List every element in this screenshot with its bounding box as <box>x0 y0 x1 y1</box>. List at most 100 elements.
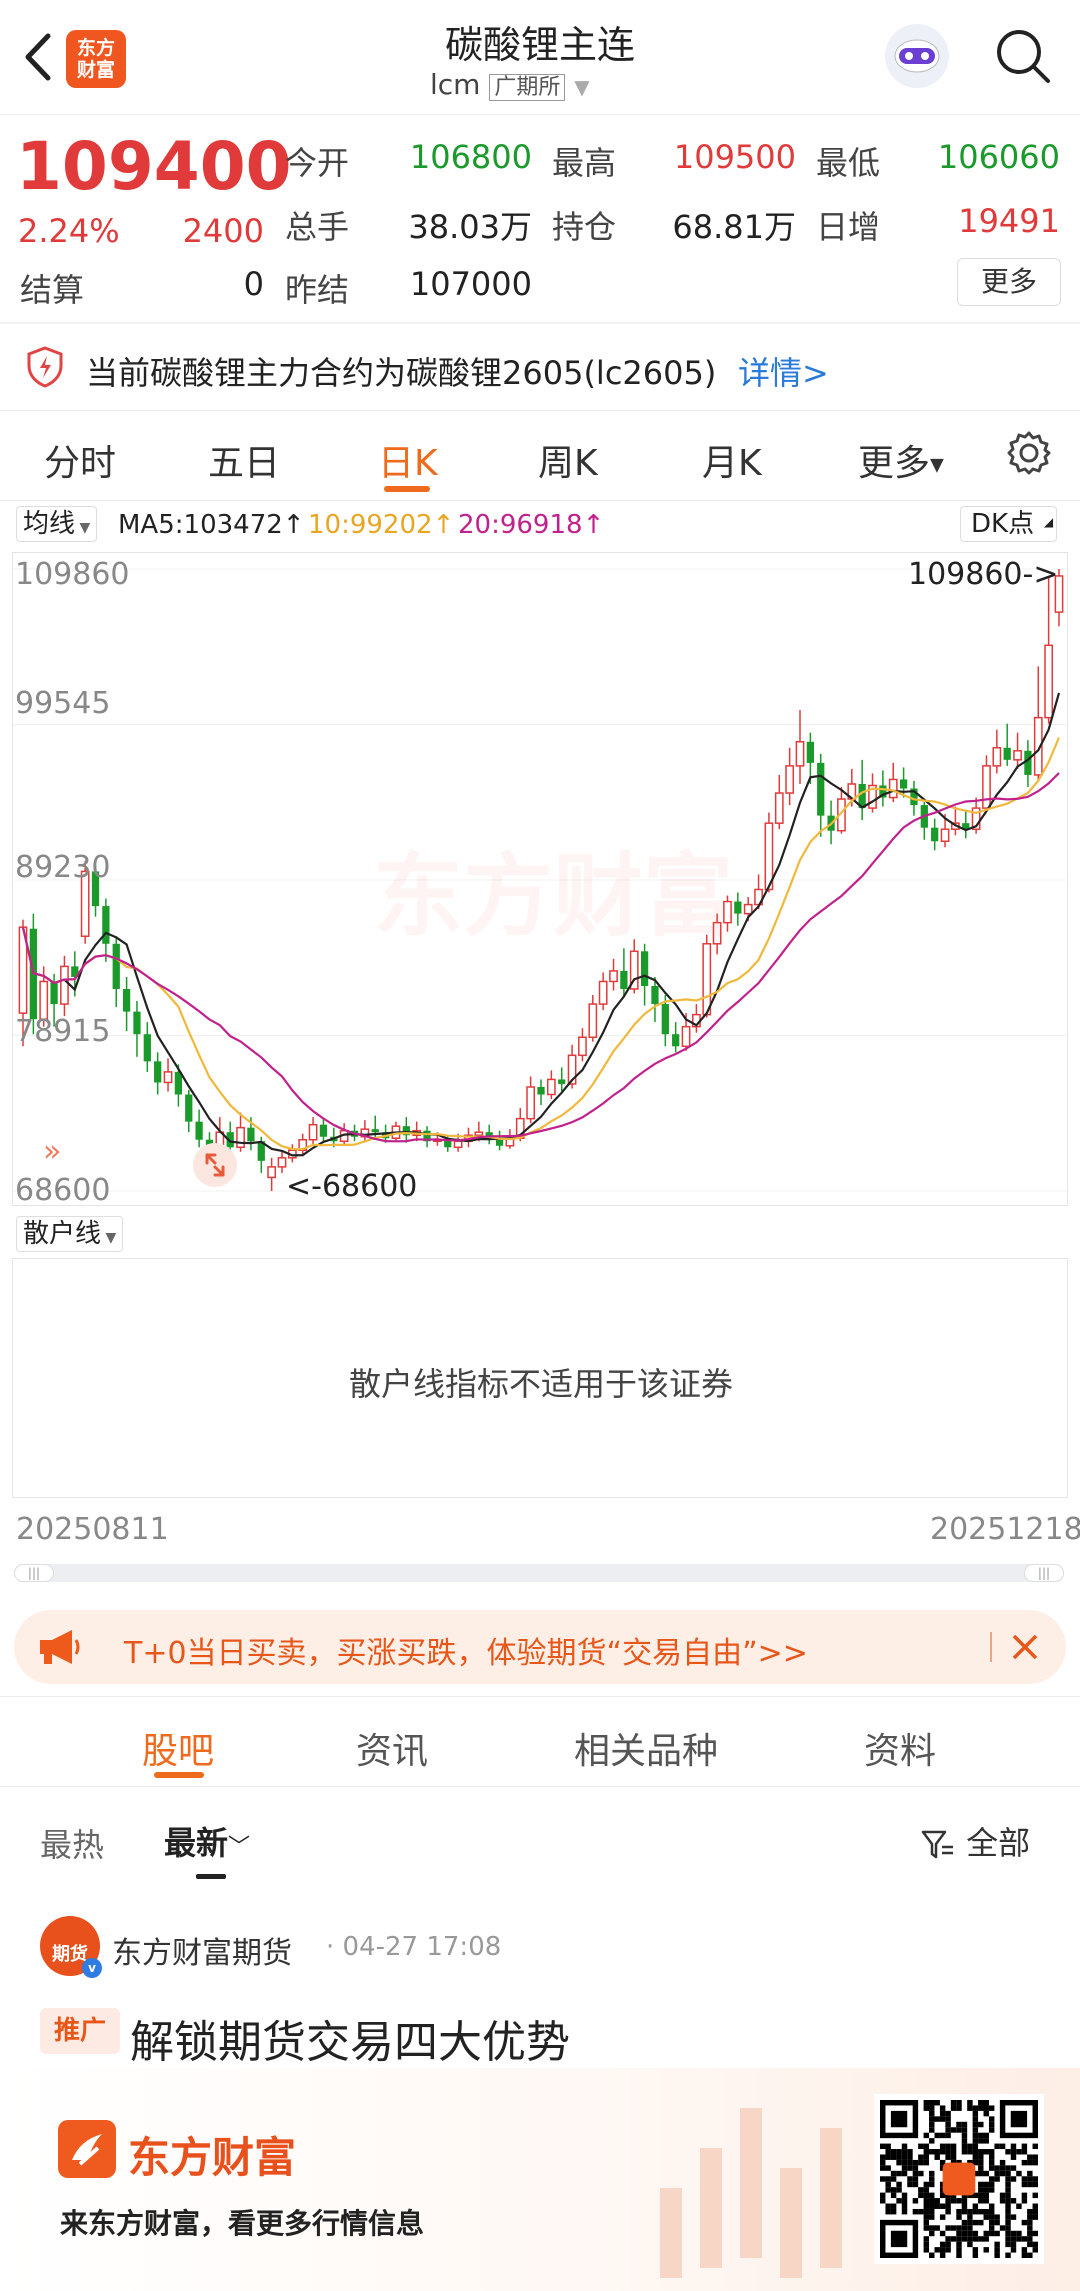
scroll-handle-right[interactable]: ||| <box>1024 1564 1064 1582</box>
qr-module <box>1032 2154 1038 2160</box>
qr-module <box>1010 2214 1017 2220</box>
filter-all[interactable]: 全部 <box>920 1818 1030 1864</box>
open-value: 106800 <box>409 138 532 176</box>
qr-module <box>1021 2219 1028 2226</box>
qr-module <box>934 2100 940 2106</box>
qr-module <box>885 2176 891 2182</box>
avatar[interactable]: 期货 v <box>40 1916 102 1978</box>
qr-module <box>939 2110 946 2117</box>
scroll-handle-left[interactable]: ||| <box>14 1564 54 1582</box>
qr-module <box>885 2165 891 2171</box>
ma20-label: 20:96918 <box>458 510 583 540</box>
qr-module <box>999 2170 1006 2177</box>
sort-newest[interactable]: 最新﹀ <box>164 1818 250 1864</box>
change-value: 2400 <box>182 212 264 250</box>
post-title[interactable]: 解锁期货交易四大优势 <box>130 2006 570 2070</box>
contract-subtitle[interactable]: lcm 广期所 ▼ <box>430 68 670 101</box>
promo-banner[interactable]: T+0当日买卖，买涨买跌，体验期货“交易自由”>> <box>14 1610 1066 1684</box>
qr-module <box>1032 2159 1038 2166</box>
qr-module <box>1032 2203 1038 2209</box>
qr-code[interactable] <box>874 2094 1044 2264</box>
footer-banner: 东方财富 来东方财富，看更多行情信息 <box>0 2068 1080 2291</box>
qr-module <box>961 2198 968 2204</box>
post-author[interactable]: 东方财富期货 <box>112 1928 292 1972</box>
sort-hot[interactable]: 最热 <box>40 1820 104 1866</box>
qr-module <box>994 2252 1000 2258</box>
tab-intraday[interactable]: 分时 <box>44 434 116 486</box>
candle <box>360 1120 370 1142</box>
qr-module <box>945 2121 951 2128</box>
qr-module <box>945 2116 951 2122</box>
qr-module <box>1027 2252 1033 2258</box>
qr-module <box>1027 2208 1033 2215</box>
qr-module <box>929 2138 935 2144</box>
tab-guba[interactable]: 股吧 <box>142 1722 214 1774</box>
candle <box>122 976 131 1032</box>
indicator-message: 散户线指标不适用于该证券 <box>348 1365 733 1403</box>
qr-module <box>1016 2236 1022 2242</box>
qr-module <box>972 2138 979 2144</box>
qr-module <box>1032 2192 1038 2199</box>
tab-monthly-k[interactable]: 月K <box>702 434 762 486</box>
close-icon[interactable] <box>1004 1626 1046 1668</box>
divider <box>0 1696 1080 1697</box>
qr-module <box>988 2105 995 2111</box>
candle-body <box>588 1003 598 1038</box>
qr-module <box>923 2181 930 2188</box>
tab-related[interactable]: 相关品种 <box>574 1722 718 1774</box>
more-quote-button[interactable]: 更多 <box>957 258 1061 306</box>
qr-module <box>967 2100 973 2106</box>
tab-profile[interactable]: 资料 <box>864 1722 936 1774</box>
ma10-label: 10:99202 <box>308 510 433 540</box>
qr-module <box>901 2208 908 2215</box>
qr-module <box>1021 2192 1028 2199</box>
search-icon[interactable] <box>993 26 1053 86</box>
ma-selector[interactable]: 均线 ▼ <box>16 506 98 542</box>
candle <box>785 747 795 806</box>
resize-arrows-icon[interactable] <box>193 1143 237 1187</box>
qr-module <box>1021 2252 1028 2258</box>
qr-module <box>939 2143 946 2150</box>
robot-assistant-icon[interactable] <box>885 24 949 88</box>
qr-module <box>972 2149 979 2155</box>
tab-five-day[interactable]: 五日 <box>208 434 280 486</box>
tab-news[interactable]: 资讯 <box>356 1722 428 1774</box>
qr-module <box>950 2105 957 2111</box>
qr-module <box>988 2127 995 2133</box>
qr-module <box>1005 2241 1011 2248</box>
notice-details-link[interactable]: 详情> <box>738 348 829 394</box>
footer-brand: 东方财富 <box>128 2133 297 2182</box>
qr-module <box>939 2241 946 2248</box>
qr-module <box>896 2187 902 2193</box>
qr-module <box>923 2247 930 2253</box>
qr-module <box>988 2214 995 2220</box>
tab-weekly-k[interactable]: 周K <box>538 434 598 486</box>
volume-value: 38.03万 <box>408 208 532 246</box>
daily-inc-label: 日增 <box>816 208 881 246</box>
y-axis-label-2: 99545 <box>15 686 111 721</box>
qr-module <box>1016 2149 1022 2155</box>
qr-module <box>929 2127 935 2133</box>
page-title: 碳酸锂主连 <box>444 23 635 67</box>
candle <box>371 1115 379 1140</box>
qr-module <box>978 2236 984 2242</box>
settings-gear-icon[interactable] <box>1006 430 1052 476</box>
oi-value: 68.81万 <box>672 208 796 246</box>
caret-down-icon: ▼ <box>574 75 590 99</box>
qr-module <box>934 2198 940 2204</box>
qr-module <box>1005 2187 1011 2193</box>
qr-module <box>961 2225 968 2231</box>
kline-chart[interactable]: 东方财富 109860 99545 89230 78915 68600 1098… <box>12 552 1069 1208</box>
qr-module <box>978 2159 984 2166</box>
expand-arrows-icon[interactable]: » <box>43 1135 77 1169</box>
candle-body <box>112 943 120 989</box>
indicator-selector[interactable]: 散户线 ▼ <box>16 1216 124 1252</box>
back-icon[interactable] <box>18 30 58 85</box>
tab-daily-k[interactable]: 日K <box>378 434 438 486</box>
candle-body <box>495 1139 504 1146</box>
tab-more[interactable]: 更多▼ <box>858 434 944 486</box>
qr-module <box>978 2100 984 2106</box>
qr-module <box>1005 2214 1011 2220</box>
chart-scrollbar[interactable]: ||| ||| <box>14 1564 1064 1582</box>
dk-point-toggle[interactable]: DK点 ◢ <box>960 506 1058 542</box>
